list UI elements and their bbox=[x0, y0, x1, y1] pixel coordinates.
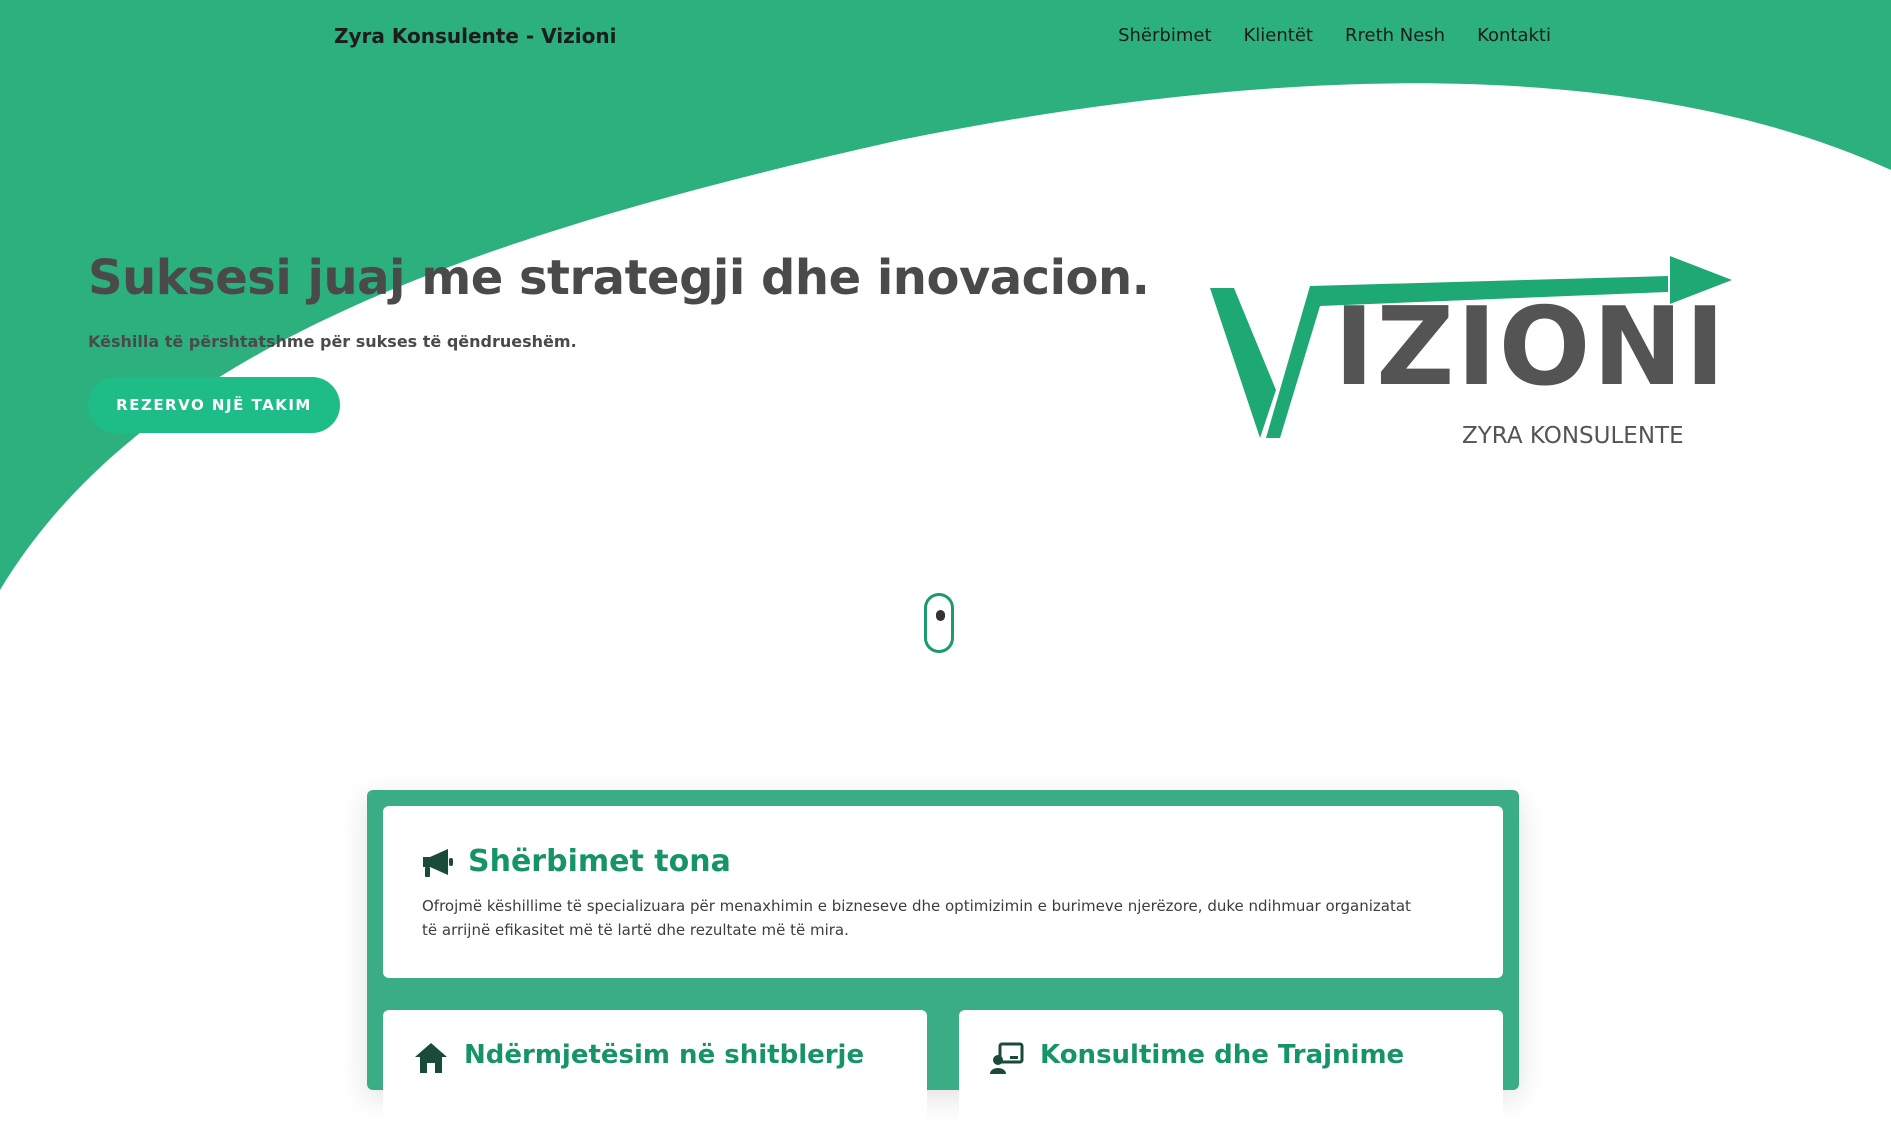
presentation-icon bbox=[990, 1042, 1024, 1074]
scroll-down-indicator[interactable] bbox=[924, 593, 954, 653]
home-icon bbox=[415, 1043, 447, 1073]
nav-link-sherbimet[interactable]: Shërbimet bbox=[1118, 25, 1211, 46]
services-panel: Shërbimet tona Ofrojmë këshillime të spe… bbox=[367, 790, 1519, 1130]
logo-wordmark: IZIONI bbox=[1334, 285, 1728, 410]
main-menu: Shërbimet Klientët Rreth Nesh Kontakti bbox=[1118, 25, 1551, 46]
service-card-consulting[interactable]: Konsultime dhe Trajnime bbox=[959, 1010, 1503, 1130]
top-navbar: Zyra Konsulente - Vizioni Shërbimet Klie… bbox=[0, 0, 1891, 74]
services-description: Ofrojmë këshillime të specializuara për … bbox=[422, 897, 1411, 939]
nav-link-kontakti[interactable]: Kontakti bbox=[1477, 25, 1551, 46]
services-title: Shërbimet tona bbox=[468, 844, 731, 879]
hero-title: Suksesi juaj me strategji dhe inovacion. bbox=[88, 250, 1150, 306]
service-card-title: Ndërmjetësim në shitblerje bbox=[464, 1040, 865, 1070]
site-brand[interactable]: Zyra Konsulente - Vizioni bbox=[334, 24, 616, 48]
service-card-title: Konsultime dhe Trajnime bbox=[1040, 1040, 1405, 1070]
megaphone-icon bbox=[423, 849, 453, 877]
hero-subtitle: Këshilla të përshtatshme për sukses të q… bbox=[88, 332, 577, 351]
nav-link-rreth-nesh[interactable]: Rreth Nesh bbox=[1345, 25, 1445, 46]
vizioni-logo: IZIONI ZYRA KONSULENTE bbox=[1200, 250, 1740, 460]
logo-subtitle: ZYRA KONSULENTE bbox=[1462, 423, 1684, 449]
scroll-wheel-dot bbox=[936, 610, 945, 621]
nav-link-klientet[interactable]: Klientët bbox=[1244, 25, 1313, 46]
services-intro-card: Shërbimet tona Ofrojmë këshillime të spe… bbox=[383, 806, 1503, 978]
service-card-brokerage[interactable]: Ndërmjetësim në shitblerje bbox=[383, 1010, 927, 1130]
book-meeting-button[interactable]: REZERVO NJË TAKIM bbox=[88, 377, 340, 433]
